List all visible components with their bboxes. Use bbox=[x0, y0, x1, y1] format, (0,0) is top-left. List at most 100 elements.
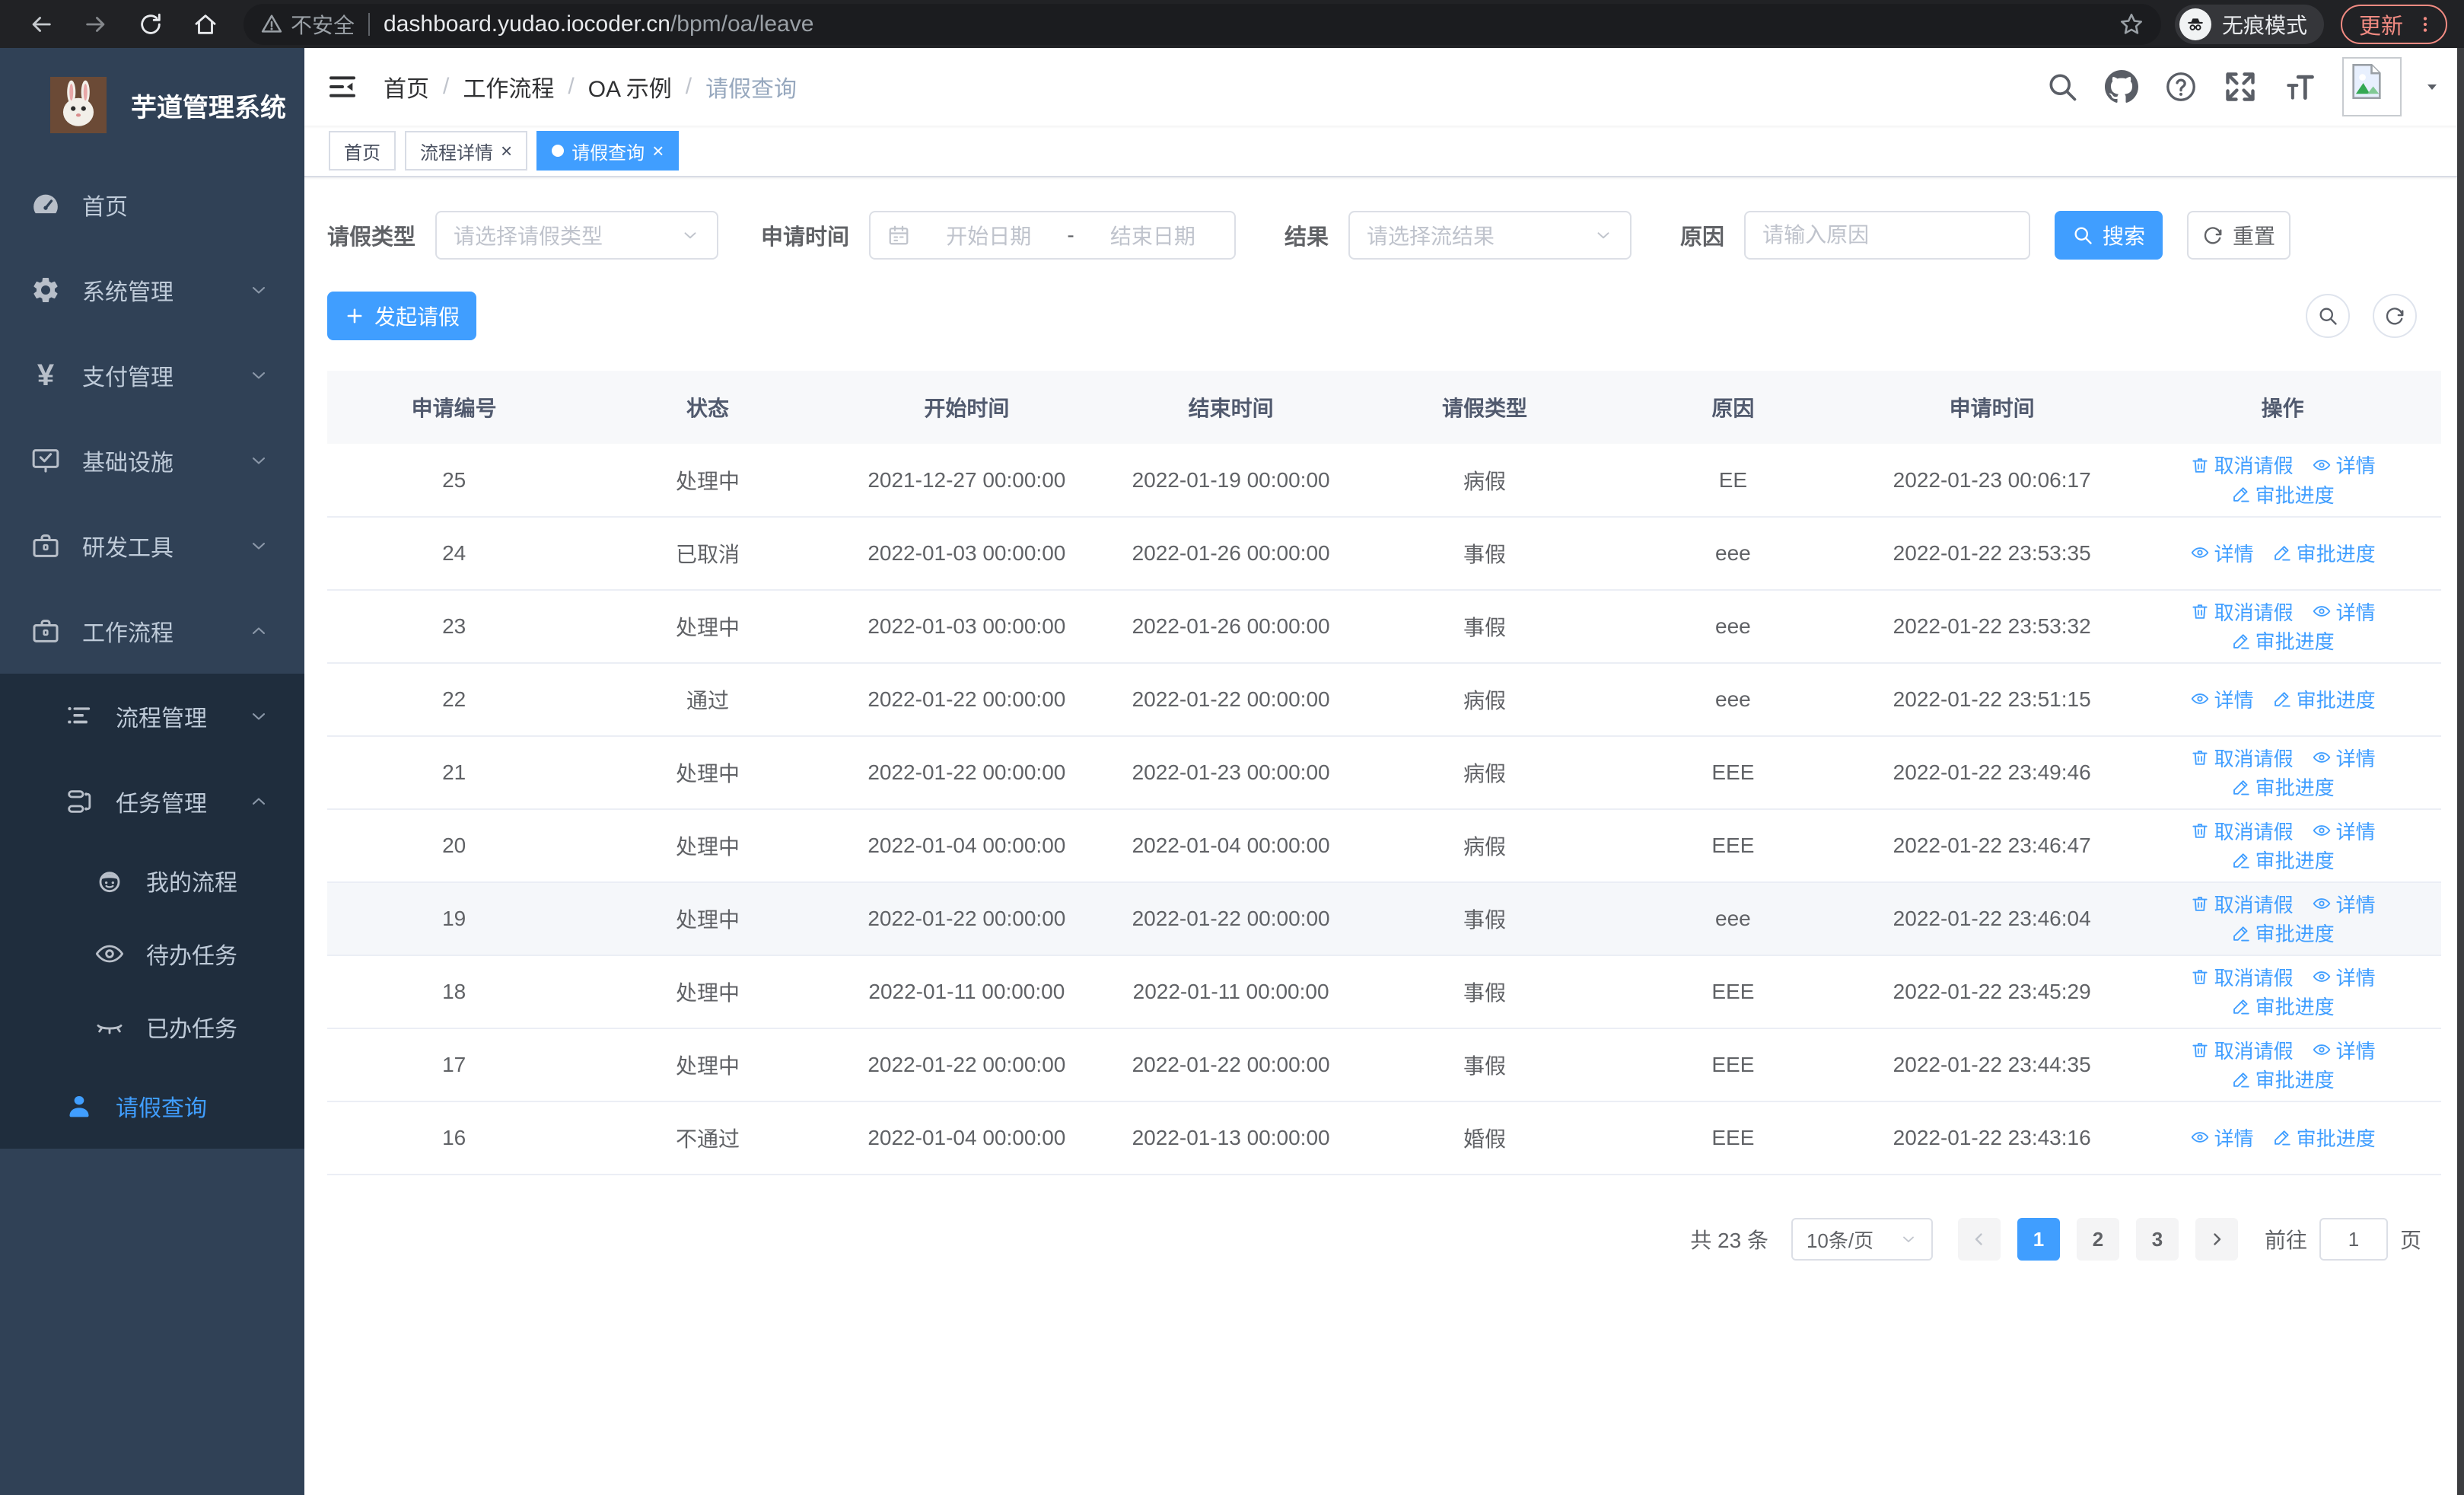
progress-link[interactable]: 审批进度 bbox=[2231, 480, 2335, 508]
github-icon[interactable] bbox=[2105, 70, 2138, 104]
bookmark-star-icon[interactable] bbox=[2119, 11, 2144, 37]
detail-link[interactable]: 详情 bbox=[2312, 963, 2376, 991]
sidebar-item-process-mgmt[interactable]: 流程管理 bbox=[0, 674, 304, 759]
table-row[interactable]: 19 处理中 2022-01-22 00:00:00 2022-01-22 00… bbox=[327, 882, 2441, 956]
leave-type-select[interactable]: 请选择请假类型 bbox=[435, 211, 719, 260]
detail-link[interactable]: 详情 bbox=[2190, 539, 2254, 567]
table-row[interactable]: 21 处理中 2022-01-22 00:00:00 2022-01-23 00… bbox=[327, 736, 2441, 810]
page-button-2[interactable]: 2 bbox=[2076, 1218, 2119, 1261]
close-icon[interactable]: × bbox=[501, 141, 512, 161]
browser-update-button[interactable]: 更新 bbox=[2340, 4, 2447, 44]
progress-link[interactable]: 审批进度 bbox=[2272, 539, 2376, 567]
cancel-link[interactable]: 取消请假 bbox=[2190, 744, 2294, 772]
security-badge[interactable]: 不安全 bbox=[260, 9, 355, 40]
table-row[interactable]: 17 处理中 2022-01-22 00:00:00 2022-01-22 00… bbox=[327, 1028, 2441, 1102]
progress-link[interactable]: 审批进度 bbox=[2231, 919, 2335, 947]
browser-forward-button[interactable] bbox=[72, 5, 120, 44]
avatar-dropdown-caret-icon[interactable] bbox=[2423, 78, 2441, 96]
progress-link[interactable]: 审批进度 bbox=[2272, 685, 2376, 713]
refresh-icon bbox=[2202, 225, 2224, 246]
page-size-select[interactable]: 10条/页 bbox=[1791, 1218, 1933, 1261]
progress-link[interactable]: 审批进度 bbox=[2231, 846, 2335, 874]
tab-home[interactable]: 首页 bbox=[329, 131, 396, 171]
sidebar-item-leave-query[interactable]: 请假查询 bbox=[0, 1063, 304, 1149]
goto-page-input[interactable] bbox=[2319, 1218, 2388, 1261]
table-row[interactable]: 18 处理中 2022-01-11 00:00:00 2022-01-11 00… bbox=[327, 955, 2441, 1029]
sidebar-item-workflow[interactable]: 工作流程 bbox=[0, 588, 304, 674]
breadcrumb-workflow[interactable]: 工作流程 bbox=[463, 70, 554, 104]
refresh-table-button[interactable] bbox=[2373, 294, 2417, 338]
sidebar-item-home[interactable]: 首页 bbox=[0, 162, 304, 247]
sidebar-item-todo-tasks[interactable]: 待办任务 bbox=[0, 917, 304, 990]
browser-reload-button[interactable] bbox=[126, 5, 175, 44]
progress-link[interactable]: 审批进度 bbox=[2272, 1124, 2376, 1152]
breadcrumb-oa-example[interactable]: OA 示例 bbox=[588, 70, 672, 104]
tab-leave-query[interactable]: 请假查询 × bbox=[536, 131, 680, 171]
search-icon[interactable] bbox=[2045, 70, 2079, 104]
close-icon[interactable]: × bbox=[652, 141, 664, 161]
chevron-up-icon bbox=[248, 791, 269, 812]
sidebar-item-infra[interactable]: 基础设施 bbox=[0, 418, 304, 503]
sidebar-item-task-mgmt[interactable]: 任务管理 bbox=[0, 759, 304, 844]
page-button-1[interactable]: 1 bbox=[2017, 1218, 2060, 1261]
table-row[interactable]: 25 处理中 2021-12-27 00:00:00 2022-01-19 00… bbox=[327, 444, 2441, 518]
cancel-link[interactable]: 取消请假 bbox=[2190, 890, 2294, 918]
browser-home-button[interactable] bbox=[181, 5, 230, 44]
browser-back-button[interactable] bbox=[17, 5, 65, 44]
table-row[interactable]: 23 处理中 2022-01-03 00:00:00 2022-01-26 00… bbox=[327, 590, 2441, 664]
url-bar[interactable]: 不安全 dashboard.yudao.iocoder.cn/bpm/oa/le… bbox=[244, 3, 2161, 45]
detail-link[interactable]: 详情 bbox=[2312, 890, 2376, 918]
progress-link[interactable]: 审批进度 bbox=[2231, 773, 2335, 801]
detail-link[interactable]: 详情 bbox=[2312, 817, 2376, 845]
tab-process-detail[interactable]: 流程详情 × bbox=[405, 131, 528, 171]
detail-link[interactable]: 详情 bbox=[2312, 1036, 2376, 1064]
apply-time-range-picker[interactable]: 开始日期 - 结束日期 bbox=[869, 211, 1237, 260]
sidebar-collapse-icon[interactable] bbox=[327, 72, 358, 102]
reset-button[interactable]: 重置 bbox=[2187, 211, 2291, 260]
progress-link[interactable]: 审批进度 bbox=[2231, 626, 2335, 655]
progress-link[interactable]: 审批进度 bbox=[2231, 992, 2335, 1020]
table-row[interactable]: 16 不通过 2022-01-04 00:00:00 2022-01-13 00… bbox=[327, 1101, 2441, 1175]
cancel-link[interactable]: 取消请假 bbox=[2190, 1036, 2294, 1064]
detail-link[interactable]: 详情 bbox=[2312, 744, 2376, 772]
sidebar-item-system[interactable]: 系统管理 bbox=[0, 247, 304, 333]
table-row[interactable]: 20 处理中 2022-01-04 00:00:00 2022-01-04 00… bbox=[327, 809, 2441, 883]
breadcrumb-current: 请假查询 bbox=[705, 77, 797, 102]
progress-icon bbox=[2231, 631, 2251, 651]
page-button-3[interactable]: 3 bbox=[2135, 1218, 2179, 1261]
detail-link[interactable]: 详情 bbox=[2190, 685, 2254, 713]
next-page-button[interactable] bbox=[2195, 1218, 2238, 1261]
table-row[interactable]: 22 通过 2022-01-22 00:00:00 2022-01-22 00:… bbox=[327, 663, 2441, 737]
table-row[interactable]: 24 已取消 2022-01-03 00:00:00 2022-01-26 00… bbox=[327, 517, 2441, 591]
sidebar-item-payment[interactable]: ¥ 支付管理 bbox=[0, 333, 304, 418]
show-search-toggle-button[interactable] bbox=[2306, 294, 2350, 338]
sidebar-item-devtools[interactable]: 研发工具 bbox=[0, 503, 304, 588]
app-logo-row[interactable]: 芋道管理系统 bbox=[0, 48, 304, 162]
fullscreen-icon[interactable] bbox=[2224, 70, 2257, 104]
detail-link[interactable]: 详情 bbox=[2312, 451, 2376, 479]
cell-id: 16 bbox=[327, 1101, 581, 1175]
cell-apply-time: 2022-01-22 23:46:04 bbox=[1860, 882, 2125, 956]
briefcase-icon bbox=[30, 616, 61, 646]
result-select[interactable]: 请选择流结果 bbox=[1348, 211, 1632, 260]
cancel-link[interactable]: 取消请假 bbox=[2190, 963, 2294, 991]
cancel-link[interactable]: 取消请假 bbox=[2190, 817, 2294, 845]
help-icon[interactable] bbox=[2164, 70, 2198, 104]
create-leave-button[interactable]: 发起请假 bbox=[327, 292, 476, 340]
cell-reason: EEE bbox=[1606, 1028, 1861, 1102]
sidebar-item-my-process[interactable]: 我的流程 bbox=[0, 844, 304, 917]
font-size-icon[interactable] bbox=[2283, 70, 2316, 104]
cancel-link[interactable]: 取消请假 bbox=[2190, 451, 2294, 479]
cancel-link[interactable]: 取消请假 bbox=[2190, 598, 2294, 626]
window-scrollbar-edge[interactable] bbox=[2457, 48, 2464, 1495]
progress-link[interactable]: 审批进度 bbox=[2231, 1065, 2335, 1093]
search-button[interactable]: 搜索 bbox=[2055, 211, 2163, 260]
sidebar-item-done-tasks[interactable]: 已办任务 bbox=[0, 990, 304, 1063]
reason-input[interactable] bbox=[1744, 211, 2031, 260]
detail-link[interactable]: 详情 bbox=[2312, 598, 2376, 626]
browser-menu-icon[interactable] bbox=[2415, 14, 2435, 34]
prev-page-button[interactable] bbox=[1957, 1218, 2001, 1261]
detail-link[interactable]: 详情 bbox=[2190, 1124, 2254, 1152]
avatar[interactable] bbox=[2342, 57, 2402, 116]
breadcrumb-home[interactable]: 首页 bbox=[384, 70, 429, 104]
